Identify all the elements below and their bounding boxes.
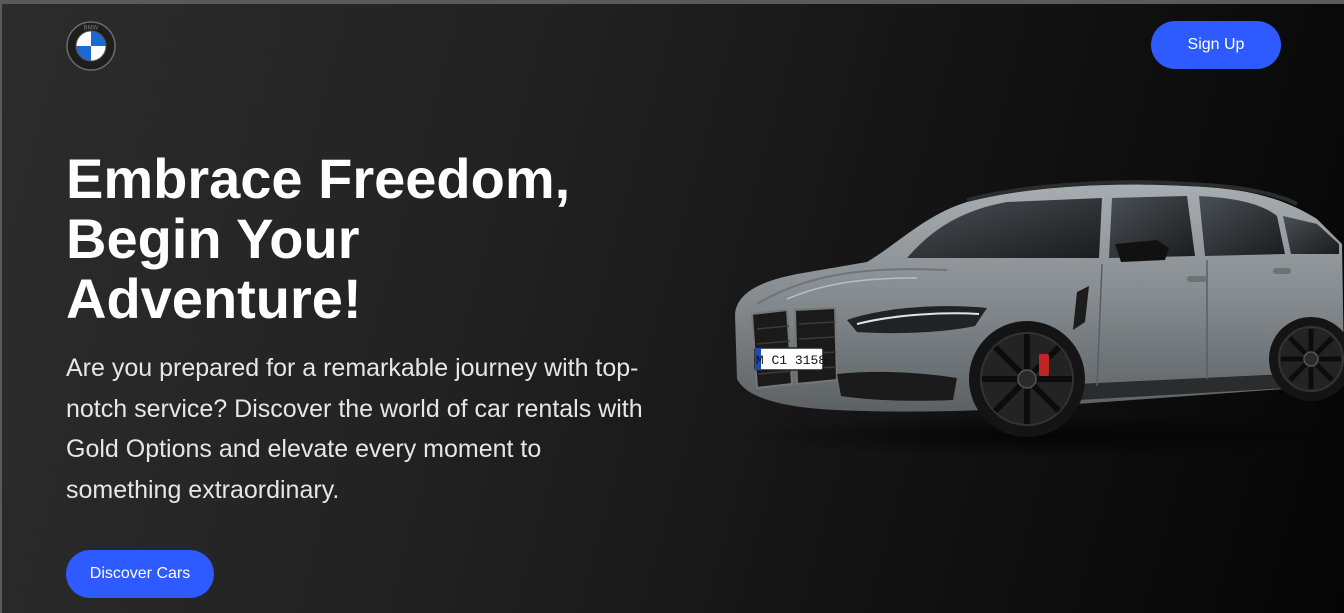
car-image: M C1 3158 — [735, 180, 1344, 458]
bmw-logo-icon[interactable]: BMW — [66, 21, 116, 71]
logo-text: BMW — [84, 26, 99, 32]
hero-description: Are you prepared for a remarkable journe… — [66, 354, 643, 504]
hero-section: BMW Sign Up Embrace Freedom, Begin Your … — [2, 4, 1344, 613]
headline-line-1: Embrace Freedom, — [66, 147, 571, 210]
sign-up-button[interactable]: Sign Up — [1151, 21, 1281, 69]
headline-line-3: Adventure! — [66, 267, 362, 330]
license-plate-text: M C1 3158 — [756, 353, 826, 368]
headline-line-2: Begin Your — [66, 207, 360, 270]
hero-headline: Embrace Freedom, Begin Your Adventure! — [66, 149, 666, 329]
discover-cars-button[interactable]: Discover Cars — [66, 550, 214, 598]
